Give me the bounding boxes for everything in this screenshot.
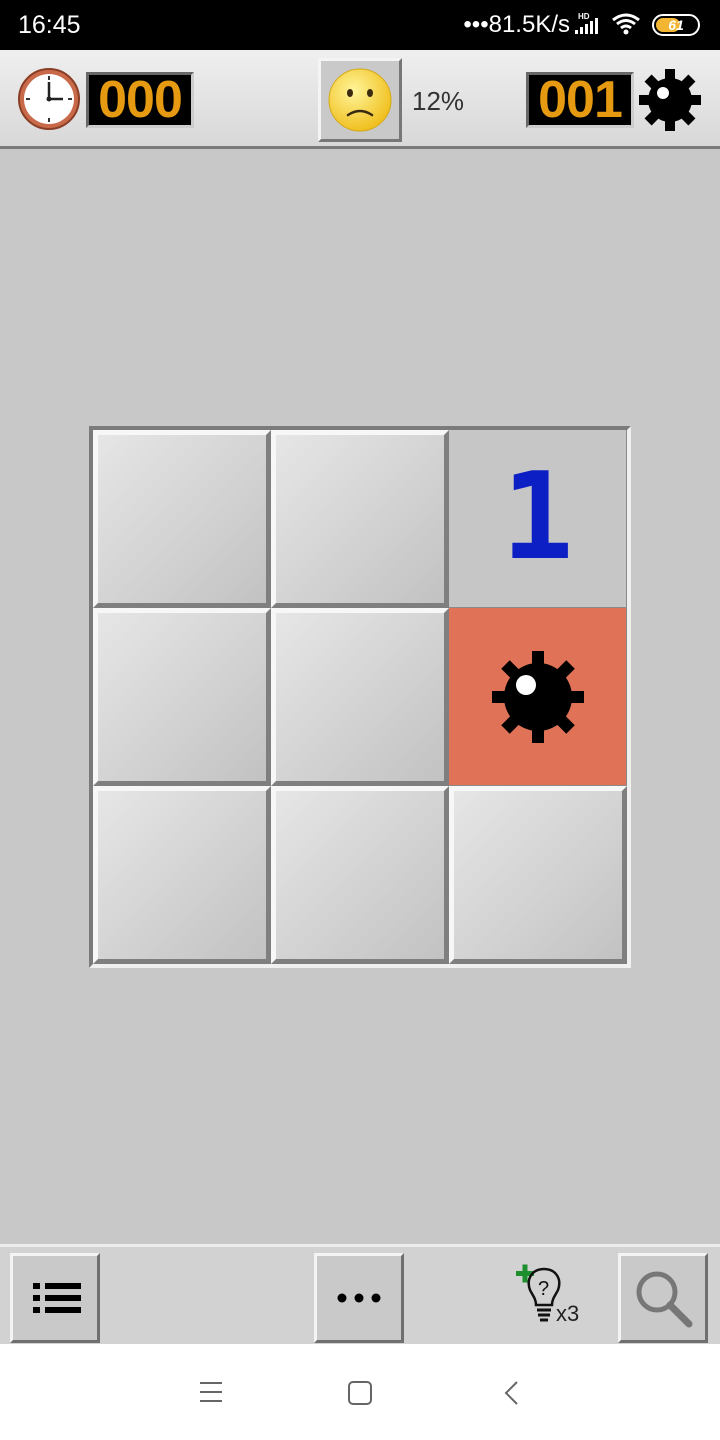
minesweeper-screen: 16:45 •••81.5K/s HD 61 000 12% 001 1 ? x…: [0, 0, 720, 1440]
cell-number-label: 1: [501, 448, 574, 587]
network-speed: •••81.5K/s: [463, 11, 570, 38]
status-time: 16:45: [18, 11, 81, 39]
zoom-search-button[interactable]: [618, 1253, 708, 1343]
board-cell-closed[interactable]: [271, 608, 449, 786]
board-cell-exploded-mine: [449, 608, 627, 786]
mine-gear-icon[interactable]: [637, 67, 703, 133]
board-cell-closed[interactable]: [93, 430, 271, 608]
progress-percent: 12%: [412, 86, 465, 116]
signal-hd-badge: HD: [578, 12, 590, 21]
board-cell-closed[interactable]: [271, 786, 449, 964]
board-cell-closed[interactable]: [271, 430, 449, 608]
hint-button[interactable]: ? x3: [512, 1263, 592, 1333]
more-options-button[interactable]: [314, 1253, 404, 1343]
battery-level: 61: [668, 17, 684, 33]
recent-apps-icon[interactable]: [198, 1380, 224, 1404]
hint-question-mark: ?: [538, 1278, 549, 1300]
game-header: 000 12% 001: [0, 50, 720, 149]
status-bar: 16:45 •••81.5K/s HD 61: [0, 0, 720, 50]
mine-icon: [492, 651, 584, 743]
reset-face-button[interactable]: [318, 58, 402, 142]
battery-icon: 61: [652, 14, 700, 36]
home-icon[interactable]: [347, 1380, 373, 1406]
back-icon[interactable]: [502, 1380, 522, 1406]
timer-display: 000: [86, 72, 194, 128]
bottom-toolbar: ? x3: [0, 1244, 720, 1344]
menu-button[interactable]: [10, 1253, 100, 1343]
board-cell-number: 1: [449, 430, 627, 608]
list-icon: [33, 1283, 81, 1313]
clock-icon: [18, 68, 80, 130]
minefield-board: 1: [89, 426, 631, 968]
system-nav-bar: [0, 1344, 720, 1440]
board-cell-closed[interactable]: [449, 786, 627, 964]
more-dots-icon: [337, 1293, 381, 1303]
magnifier-icon: [636, 1271, 693, 1328]
signal-icon: HD: [575, 12, 598, 34]
wifi-icon: [612, 13, 640, 35]
sad-face-icon: [328, 68, 392, 132]
board-cell-closed[interactable]: [93, 608, 271, 786]
hint-count: x3: [556, 1301, 580, 1326]
mine-counter-display: 001: [526, 72, 634, 128]
board-cell-closed[interactable]: [93, 786, 271, 964]
